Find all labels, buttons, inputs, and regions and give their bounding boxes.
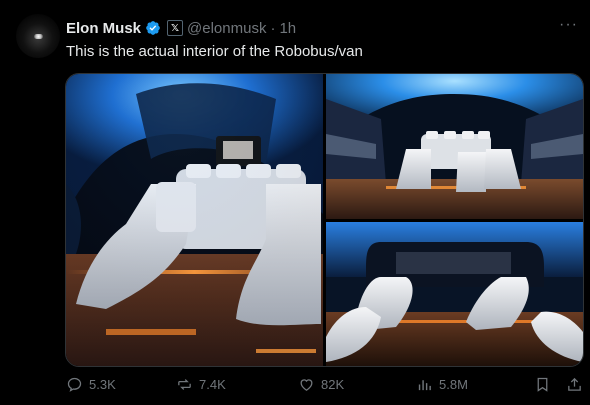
repost-button[interactable]: 7.4K [176,376,226,393]
author-name[interactable]: Elon Musk [66,20,141,37]
separator: · [270,19,276,37]
views-chart-icon [418,380,431,391]
reply-icon [67,377,82,392]
repost-icon [178,379,191,390]
media-grid[interactable] [65,73,584,367]
heart-icon [300,379,313,391]
media-photo-2[interactable] [326,74,583,219]
reply-count: 5.3K [89,377,116,392]
repost-count: 7.4K [199,377,226,392]
robobus-interior-wide-image [66,74,323,366]
bookmark-icon [537,377,548,392]
author-handle[interactable]: @elonmusk [187,20,266,37]
views-count: 5.8M [439,377,468,392]
share-icon [568,377,581,391]
reply-button[interactable]: 5.3K [66,376,116,393]
like-button[interactable]: 82K [298,376,344,393]
x-affiliation-badge-icon: 𝕏 [167,20,184,36]
verified-badge-icon [146,21,160,35]
avatar[interactable] [16,14,60,58]
views-button[interactable]: 5.8M [416,376,468,393]
tweet-text: This is the actual interior of the Robob… [66,43,363,60]
tweet: Elon Musk 𝕏 @elonmusk · 1h ··· This is t… [0,0,590,405]
robobus-interior-front-image [326,222,583,366]
tweet-actions: 5.3K 7.4K 82K 5.8M [66,376,582,396]
media-photo-3[interactable] [326,222,583,366]
tweet-header: Elon Musk 𝕏 @elonmusk · 1h [66,18,296,38]
like-count: 82K [321,377,345,392]
robobus-interior-rear-image [326,74,583,219]
media-photo-1[interactable] [66,74,323,366]
share-button[interactable] [566,376,583,393]
bookmark-button[interactable] [534,376,551,393]
timestamp[interactable]: 1h [279,20,296,37]
more-options-icon[interactable]: ··· [559,16,578,34]
